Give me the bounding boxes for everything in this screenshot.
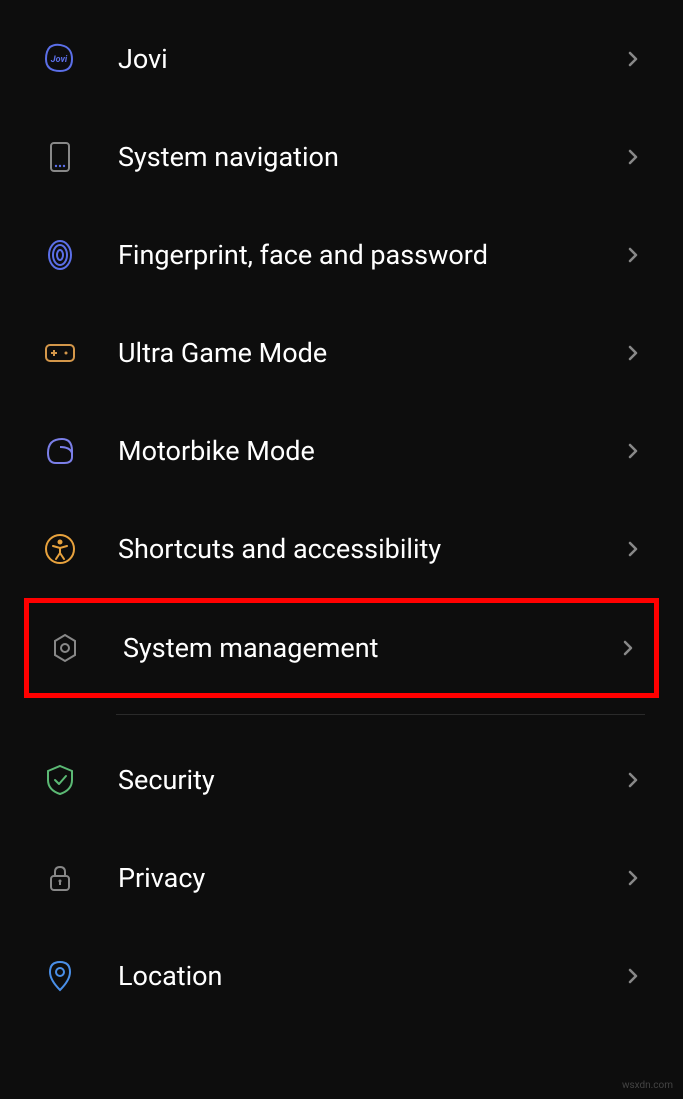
- svg-text:Jovi: Jovi: [51, 55, 68, 65]
- settings-item-label: Location: [118, 960, 621, 992]
- fingerprint-icon: [42, 237, 78, 273]
- settings-item-label: Ultra Game Mode: [118, 337, 621, 369]
- chevron-right-icon: [621, 145, 645, 169]
- settings-item-label: Shortcuts and accessibility: [118, 533, 621, 565]
- chevron-right-icon: [621, 341, 645, 365]
- settings-item-jovi[interactable]: Jovi Jovi: [0, 10, 683, 108]
- chevron-right-icon: [621, 866, 645, 890]
- settings-item-ultra-game-mode[interactable]: Ultra Game Mode: [0, 304, 683, 402]
- jovi-icon: Jovi: [42, 41, 78, 77]
- gamepad-icon: [42, 335, 78, 371]
- chevron-right-icon: [621, 243, 645, 267]
- settings-item-location[interactable]: Location: [0, 927, 683, 1025]
- settings-item-label: Security: [118, 764, 621, 796]
- chevron-right-icon: [621, 439, 645, 463]
- settings-list: Jovi Jovi System navigation Fingerprint,…: [0, 0, 683, 1025]
- group-spacer: [0, 698, 683, 706]
- accessibility-icon: [42, 531, 78, 567]
- phone-nav-icon: [42, 139, 78, 175]
- gear-icon: [47, 630, 83, 666]
- settings-item-label: System management: [123, 632, 616, 664]
- settings-item-system-navigation[interactable]: System navigation: [0, 108, 683, 206]
- chevron-right-icon: [621, 768, 645, 792]
- helmet-icon: [42, 433, 78, 469]
- settings-item-label: Motorbike Mode: [118, 435, 621, 467]
- settings-item-system-management[interactable]: System management: [24, 598, 659, 698]
- settings-item-label: Fingerprint, face and password: [118, 239, 621, 271]
- settings-item-fingerprint[interactable]: Fingerprint, face and password: [0, 206, 683, 304]
- chevron-right-icon: [621, 964, 645, 988]
- section-divider: [116, 714, 645, 715]
- settings-item-label: Jovi: [118, 43, 621, 75]
- settings-item-shortcuts-accessibility[interactable]: Shortcuts and accessibility: [0, 500, 683, 598]
- chevron-right-icon: [616, 636, 640, 660]
- lock-icon: [42, 860, 78, 896]
- chevron-right-icon: [621, 537, 645, 561]
- chevron-right-icon: [621, 47, 645, 71]
- group-spacer: [0, 723, 683, 731]
- location-pin-icon: [42, 958, 78, 994]
- watermark: wsxdn.com: [622, 1080, 673, 1091]
- settings-item-motorbike-mode[interactable]: Motorbike Mode: [0, 402, 683, 500]
- settings-item-label: Privacy: [118, 862, 621, 894]
- settings-item-privacy[interactable]: Privacy: [0, 829, 683, 927]
- settings-item-security[interactable]: Security: [0, 731, 683, 829]
- shield-check-icon: [42, 762, 78, 798]
- settings-item-label: System navigation: [118, 141, 621, 173]
